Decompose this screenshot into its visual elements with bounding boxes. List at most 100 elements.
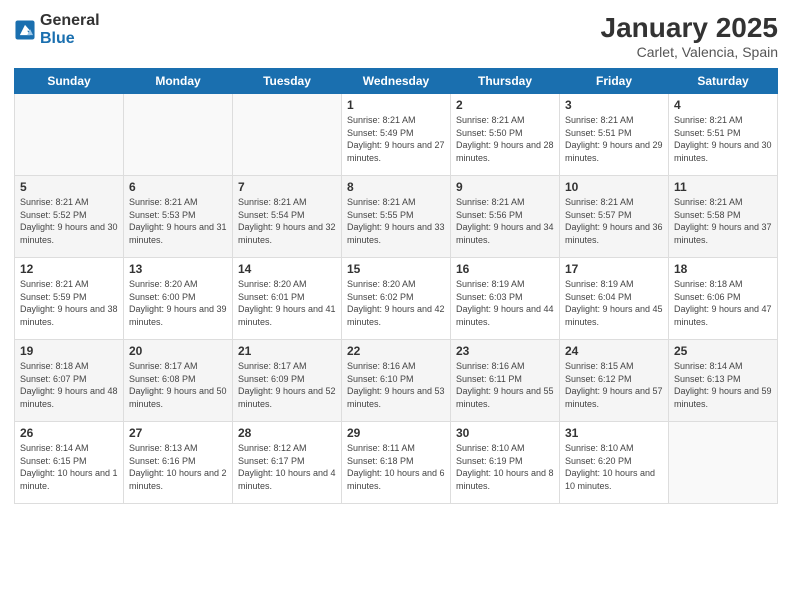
header-friday: Friday <box>560 69 669 94</box>
day-number: 8 <box>347 180 445 194</box>
page-header: General Blue January 2025 Carlet, Valenc… <box>14 12 778 60</box>
header-saturday: Saturday <box>669 69 778 94</box>
table-row: 16Sunrise: 8:19 AM Sunset: 6:03 PM Dayli… <box>451 258 560 340</box>
day-info: Sunrise: 8:18 AM Sunset: 6:07 PM Dayligh… <box>20 360 118 410</box>
title-block: January 2025 Carlet, Valencia, Spain <box>601 12 778 60</box>
day-info: Sunrise: 8:21 AM Sunset: 5:50 PM Dayligh… <box>456 114 554 164</box>
header-wednesday: Wednesday <box>342 69 451 94</box>
day-info: Sunrise: 8:13 AM Sunset: 6:16 PM Dayligh… <box>129 442 227 492</box>
calendar-week-row: 5Sunrise: 8:21 AM Sunset: 5:52 PM Daylig… <box>15 176 778 258</box>
day-info: Sunrise: 8:21 AM Sunset: 5:52 PM Dayligh… <box>20 196 118 246</box>
table-row: 30Sunrise: 8:10 AM Sunset: 6:19 PM Dayli… <box>451 422 560 504</box>
day-number: 13 <box>129 262 227 276</box>
calendar-week-row: 26 Sunrise: 8:14 AM Sunset: 6:15 PM Dayli… <box>15 422 778 504</box>
day-info: Sunrise: 8:20 AM Sunset: 6:02 PM Dayligh… <box>347 278 445 328</box>
day-info: Sunrise: 8:21 AM Sunset: 5:56 PM Dayligh… <box>456 196 554 246</box>
day-info: Sunrise: 8:19 AM Sunset: 6:04 PM Dayligh… <box>565 278 663 328</box>
day-number: 6 <box>129 180 227 194</box>
day-number: 11 <box>674 180 772 194</box>
day-number: 12 <box>20 262 118 276</box>
day-info: Sunrise: 8:21 AM Sunset: 5:57 PM Dayligh… <box>565 196 663 246</box>
day-info: Sunrise: 8:17 AM Sunset: 6:09 PM Dayligh… <box>238 360 336 410</box>
day-number: 4 <box>674 98 772 112</box>
day-number: 31 <box>565 426 663 440</box>
calendar-table: Sunday Monday Tuesday Wednesday Thursday… <box>14 68 778 504</box>
day-info: Sunrise: 8:21 AM Sunset: 5:53 PM Dayligh… <box>129 196 227 246</box>
table-row: 3 Sunrise: 8:21 AM Sunset: 5:51 PM Daylig… <box>560 94 669 176</box>
day-info: Sunrise: 8:15 AM Sunset: 6:12 PM Dayligh… <box>565 360 663 410</box>
table-row: 19 Sunrise: 8:18 AM Sunset: 6:07 PM Dayli… <box>15 340 124 422</box>
day-info: Sunrise: 8:14 AM Sunset: 6:15 PM Dayligh… <box>20 442 118 492</box>
table-row: 6 Sunrise: 8:21 AM Sunset: 5:53 PM Daylig… <box>124 176 233 258</box>
calendar-week-row: 19 Sunrise: 8:18 AM Sunset: 6:07 PM Dayli… <box>15 340 778 422</box>
day-info: Sunrise: 8:12 AM Sunset: 6:17 PM Dayligh… <box>238 442 336 492</box>
day-number: 9 <box>456 180 554 194</box>
table-row: 21 Sunrise: 8:17 AM Sunset: 6:09 PM Dayli… <box>233 340 342 422</box>
table-row: 8Sunrise: 8:21 AM Sunset: 5:55 PM Daylig… <box>342 176 451 258</box>
day-number: 14 <box>238 262 336 276</box>
table-row: 7Sunrise: 8:21 AM Sunset: 5:54 PM Daylig… <box>233 176 342 258</box>
table-row: 31 Sunrise: 8:10 AM Sunset: 6:20 PM Dayli… <box>560 422 669 504</box>
day-info: Sunrise: 8:21 AM Sunset: 5:51 PM Dayligh… <box>674 114 772 164</box>
calendar-week-row: 12 Sunrise: 8:21 AM Sunset: 5:59 PM Dayli… <box>15 258 778 340</box>
day-number: 29 <box>347 426 445 440</box>
table-row: 10 Sunrise: 8:21 AM Sunset: 5:57 PM Dayli… <box>560 176 669 258</box>
table-row: 5Sunrise: 8:21 AM Sunset: 5:52 PM Daylig… <box>15 176 124 258</box>
table-row: 12 Sunrise: 8:21 AM Sunset: 5:59 PM Dayli… <box>15 258 124 340</box>
day-info: Sunrise: 8:21 AM Sunset: 5:51 PM Dayligh… <box>565 114 663 164</box>
day-number: 10 <box>565 180 663 194</box>
day-number: 2 <box>456 98 554 112</box>
table-row: 2 Sunrise: 8:21 AM Sunset: 5:50 PM Daylig… <box>451 94 560 176</box>
table-row: 11Sunrise: 8:21 AM Sunset: 5:58 PM Dayli… <box>669 176 778 258</box>
day-number: 24 <box>565 344 663 358</box>
logo-icon <box>14 19 36 41</box>
table-row: 20 Sunrise: 8:17 AM Sunset: 6:08 PM Dayli… <box>124 340 233 422</box>
day-info: Sunrise: 8:17 AM Sunset: 6:08 PM Dayligh… <box>129 360 227 410</box>
day-number: 20 <box>129 344 227 358</box>
table-row: 22Sunrise: 8:16 AM Sunset: 6:10 PM Dayli… <box>342 340 451 422</box>
header-tuesday: Tuesday <box>233 69 342 94</box>
day-info: Sunrise: 8:10 AM Sunset: 6:19 PM Dayligh… <box>456 442 554 492</box>
day-info: Sunrise: 8:18 AM Sunset: 6:06 PM Dayligh… <box>674 278 772 328</box>
table-row: 27 Sunrise: 8:13 AM Sunset: 6:16 PM Dayli… <box>124 422 233 504</box>
day-number: 17 <box>565 262 663 276</box>
day-number: 27 <box>129 426 227 440</box>
table-row: 4 Sunrise: 8:21 AM Sunset: 5:51 PM Daylig… <box>669 94 778 176</box>
day-info: Sunrise: 8:14 AM Sunset: 6:13 PM Dayligh… <box>674 360 772 410</box>
table-row: 13Sunrise: 8:20 AM Sunset: 6:00 PM Dayli… <box>124 258 233 340</box>
day-number: 19 <box>20 344 118 358</box>
day-number: 3 <box>565 98 663 112</box>
table-row: 14 Sunrise: 8:20 AM Sunset: 6:01 PM Dayli… <box>233 258 342 340</box>
table-row: 9 Sunrise: 8:21 AM Sunset: 5:56 PM Daylig… <box>451 176 560 258</box>
table-row <box>124 94 233 176</box>
day-info: Sunrise: 8:10 AM Sunset: 6:20 PM Dayligh… <box>565 442 663 492</box>
day-number: 7 <box>238 180 336 194</box>
day-number: 18 <box>674 262 772 276</box>
logo: General Blue <box>14 12 100 47</box>
page-subtitle: Carlet, Valencia, Spain <box>601 44 778 60</box>
day-info: Sunrise: 8:11 AM Sunset: 6:18 PM Dayligh… <box>347 442 445 492</box>
logo-blue: Blue <box>40 30 75 47</box>
day-number: 16 <box>456 262 554 276</box>
day-info: Sunrise: 8:16 AM Sunset: 6:11 PM Dayligh… <box>456 360 554 410</box>
table-row: 18 Sunrise: 8:18 AM Sunset: 6:06 PM Dayli… <box>669 258 778 340</box>
logo-general: General <box>40 12 100 29</box>
day-number: 1 <box>347 98 445 112</box>
table-row: 28Sunrise: 8:12 AM Sunset: 6:17 PM Dayli… <box>233 422 342 504</box>
day-info: Sunrise: 8:20 AM Sunset: 6:01 PM Dayligh… <box>238 278 336 328</box>
day-number: 26 <box>20 426 118 440</box>
day-info: Sunrise: 8:21 AM Sunset: 5:59 PM Dayligh… <box>20 278 118 328</box>
day-info: Sunrise: 8:16 AM Sunset: 6:10 PM Dayligh… <box>347 360 445 410</box>
table-row: 23 Sunrise: 8:16 AM Sunset: 6:11 PM Dayli… <box>451 340 560 422</box>
page-title: January 2025 <box>601 12 778 44</box>
day-number: 21 <box>238 344 336 358</box>
table-row: 25 Sunrise: 8:14 AM Sunset: 6:13 PM Dayli… <box>669 340 778 422</box>
day-number: 25 <box>674 344 772 358</box>
table-row: 26 Sunrise: 8:14 AM Sunset: 6:15 PM Dayli… <box>15 422 124 504</box>
header-thursday: Thursday <box>451 69 560 94</box>
day-number: 23 <box>456 344 554 358</box>
table-row: 29 Sunrise: 8:11 AM Sunset: 6:18 PM Dayli… <box>342 422 451 504</box>
table-row: 24 Sunrise: 8:15 AM Sunset: 6:12 PM Dayli… <box>560 340 669 422</box>
calendar-header-row: Sunday Monday Tuesday Wednesday Thursday… <box>15 69 778 94</box>
day-info: Sunrise: 8:21 AM Sunset: 5:49 PM Dayligh… <box>347 114 445 164</box>
